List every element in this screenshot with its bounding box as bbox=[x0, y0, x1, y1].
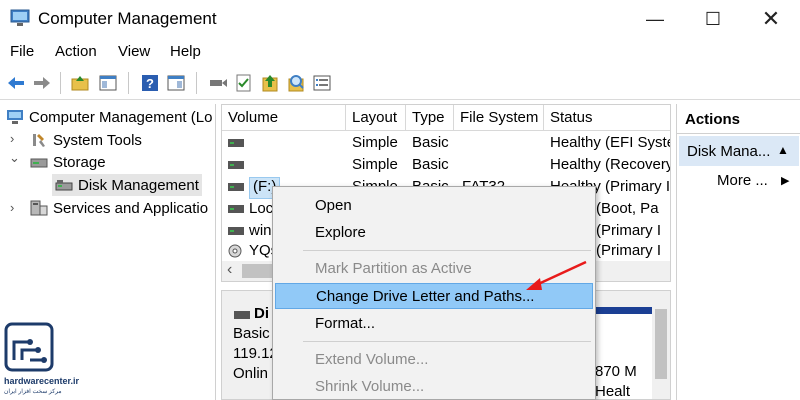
tree-item-label: Computer Management (Lo bbox=[29, 108, 213, 126]
submenu-arrow-icon: ▶ bbox=[781, 175, 790, 187]
cell-status: Healthy (EFI Syste bbox=[550, 134, 670, 151]
close-button[interactable]: ✕ bbox=[748, 0, 794, 38]
watermark-tagline: مرکز سخت افزار ایران bbox=[4, 389, 62, 395]
menu-item-open[interactable]: Open bbox=[275, 193, 593, 219]
column-header-status[interactable]: Status bbox=[544, 105, 670, 131]
column-header-file-system[interactable]: File System bbox=[454, 105, 544, 131]
cell-status: Healthy (Recovery bbox=[550, 156, 670, 173]
volume-icon bbox=[228, 205, 244, 213]
toolbar-separator bbox=[196, 72, 197, 94]
back-icon[interactable] bbox=[6, 73, 26, 93]
cell-layout: Simple bbox=[352, 156, 398, 173]
chevron-right-icon[interactable]: › bbox=[10, 200, 14, 215]
volume-icon bbox=[228, 183, 244, 191]
check-icon[interactable] bbox=[234, 73, 254, 93]
menu-item-extend-volume: Extend Volume... bbox=[315, 351, 429, 368]
menu-file[interactable]: File bbox=[10, 43, 34, 60]
disk-name: Di bbox=[254, 305, 269, 322]
scroll-left-icon[interactable]: ‹ bbox=[227, 261, 232, 279]
up-folder-icon[interactable] bbox=[70, 73, 90, 93]
cell-type: Basic bbox=[412, 134, 449, 151]
menu-bar: File Action View Help bbox=[0, 39, 800, 65]
menu-separator bbox=[303, 250, 591, 251]
list-icon[interactable] bbox=[312, 73, 332, 93]
up-arrow-icon[interactable] bbox=[260, 73, 280, 93]
watermark-brand: hardwarecenter.ir bbox=[4, 376, 80, 386]
column-header-layout[interactable]: Layout bbox=[346, 105, 406, 131]
disk-icon bbox=[234, 311, 250, 319]
partition-block[interactable]: 870 M Healt bbox=[592, 307, 654, 400]
disk-type: Basic bbox=[233, 325, 270, 342]
tree-item-computer-management[interactable]: Computer Management (Lo bbox=[6, 106, 212, 128]
cell-status: (Boot, Pa bbox=[596, 200, 659, 217]
menu-separator bbox=[303, 341, 591, 342]
volume-icon bbox=[228, 139, 244, 147]
toolbar-separator bbox=[128, 72, 129, 94]
svg-text:?: ? bbox=[146, 76, 154, 91]
minimize-button[interactable]: — bbox=[632, 0, 678, 38]
show-hide-tree-icon[interactable] bbox=[98, 73, 118, 93]
collapse-up-icon[interactable]: ▲ bbox=[777, 143, 789, 157]
column-header-type[interactable]: Type bbox=[406, 105, 454, 131]
menu-item-format[interactable]: Format... bbox=[275, 311, 593, 337]
volume-icon bbox=[228, 161, 244, 169]
toolbar-separator bbox=[60, 72, 61, 94]
storage-icon bbox=[30, 158, 48, 168]
properties-icon[interactable] bbox=[166, 73, 186, 93]
menu-view[interactable]: View bbox=[118, 43, 150, 60]
cd-drive-icon bbox=[228, 244, 242, 258]
connect-icon[interactable] bbox=[208, 73, 228, 93]
cell-volume: Loc bbox=[249, 200, 274, 217]
actions-section-label: Disk Mana... bbox=[687, 143, 771, 160]
tree-item-label: Disk Management bbox=[78, 176, 199, 194]
tools-icon bbox=[33, 134, 45, 147]
chevron-right-icon[interactable]: › bbox=[10, 131, 14, 146]
tree-item-disk-management[interactable]: Disk Management bbox=[52, 174, 202, 196]
scrollbar-thumb[interactable] bbox=[655, 309, 667, 379]
table-row[interactable]: Simple Basic Healthy (Recovery bbox=[222, 155, 670, 177]
volume-icon bbox=[228, 227, 244, 235]
computer-management-icon bbox=[10, 9, 30, 26]
forward-icon[interactable] bbox=[32, 73, 52, 93]
services-icon bbox=[30, 200, 48, 216]
table-row[interactable]: Simple Basic Healthy (EFI Syste bbox=[222, 133, 670, 155]
actions-section-disk-management[interactable]: Disk Mana... ▲ bbox=[679, 136, 799, 166]
tree-item-storage[interactable]: Storage bbox=[30, 151, 106, 173]
disk-state: Onlin bbox=[233, 365, 269, 382]
toolbar: ? bbox=[0, 66, 800, 100]
window-title: Computer Management bbox=[38, 9, 217, 28]
annotation-arrow bbox=[526, 260, 587, 290]
menu-help[interactable]: Help bbox=[170, 43, 201, 60]
cell-layout: Simple bbox=[352, 134, 398, 151]
tree-item-label: System Tools bbox=[53, 131, 142, 149]
more-actions-label: More ... bbox=[717, 172, 768, 189]
actions-pane: Actions Disk Mana... ▲ More ... ▶ bbox=[676, 104, 800, 400]
tree-item-label: Services and Applicatio bbox=[53, 199, 209, 217]
help-icon[interactable]: ? bbox=[140, 73, 160, 93]
menu-item-explore[interactable]: Explore bbox=[275, 220, 593, 246]
partition-status: Healt bbox=[595, 383, 631, 400]
column-header-volume[interactable]: Volume bbox=[222, 105, 346, 131]
actions-title: Actions bbox=[677, 104, 800, 134]
disk-icon bbox=[55, 180, 73, 191]
title-bar: Computer Management — ☐ ✕ bbox=[0, 0, 800, 38]
search-icon[interactable] bbox=[286, 73, 306, 93]
partition-size: 870 M bbox=[595, 363, 637, 380]
more-actions[interactable]: More ... ▶ bbox=[717, 172, 789, 189]
cell-type: Basic bbox=[412, 156, 449, 173]
tree-item-services[interactable]: Services and Applicatio bbox=[30, 197, 208, 219]
vertical-scrollbar[interactable] bbox=[652, 291, 670, 399]
computer-management-icon bbox=[7, 110, 23, 124]
tree-item-system-tools[interactable]: System Tools bbox=[30, 129, 142, 151]
maximize-button[interactable]: ☐ bbox=[690, 0, 736, 38]
tree-item-label: Storage bbox=[53, 153, 106, 171]
menu-action[interactable]: Action bbox=[55, 43, 97, 60]
menu-item-shrink-volume: Shrink Volume... bbox=[315, 378, 425, 395]
chevron-down-icon[interactable]: ⌄ bbox=[9, 150, 20, 166]
